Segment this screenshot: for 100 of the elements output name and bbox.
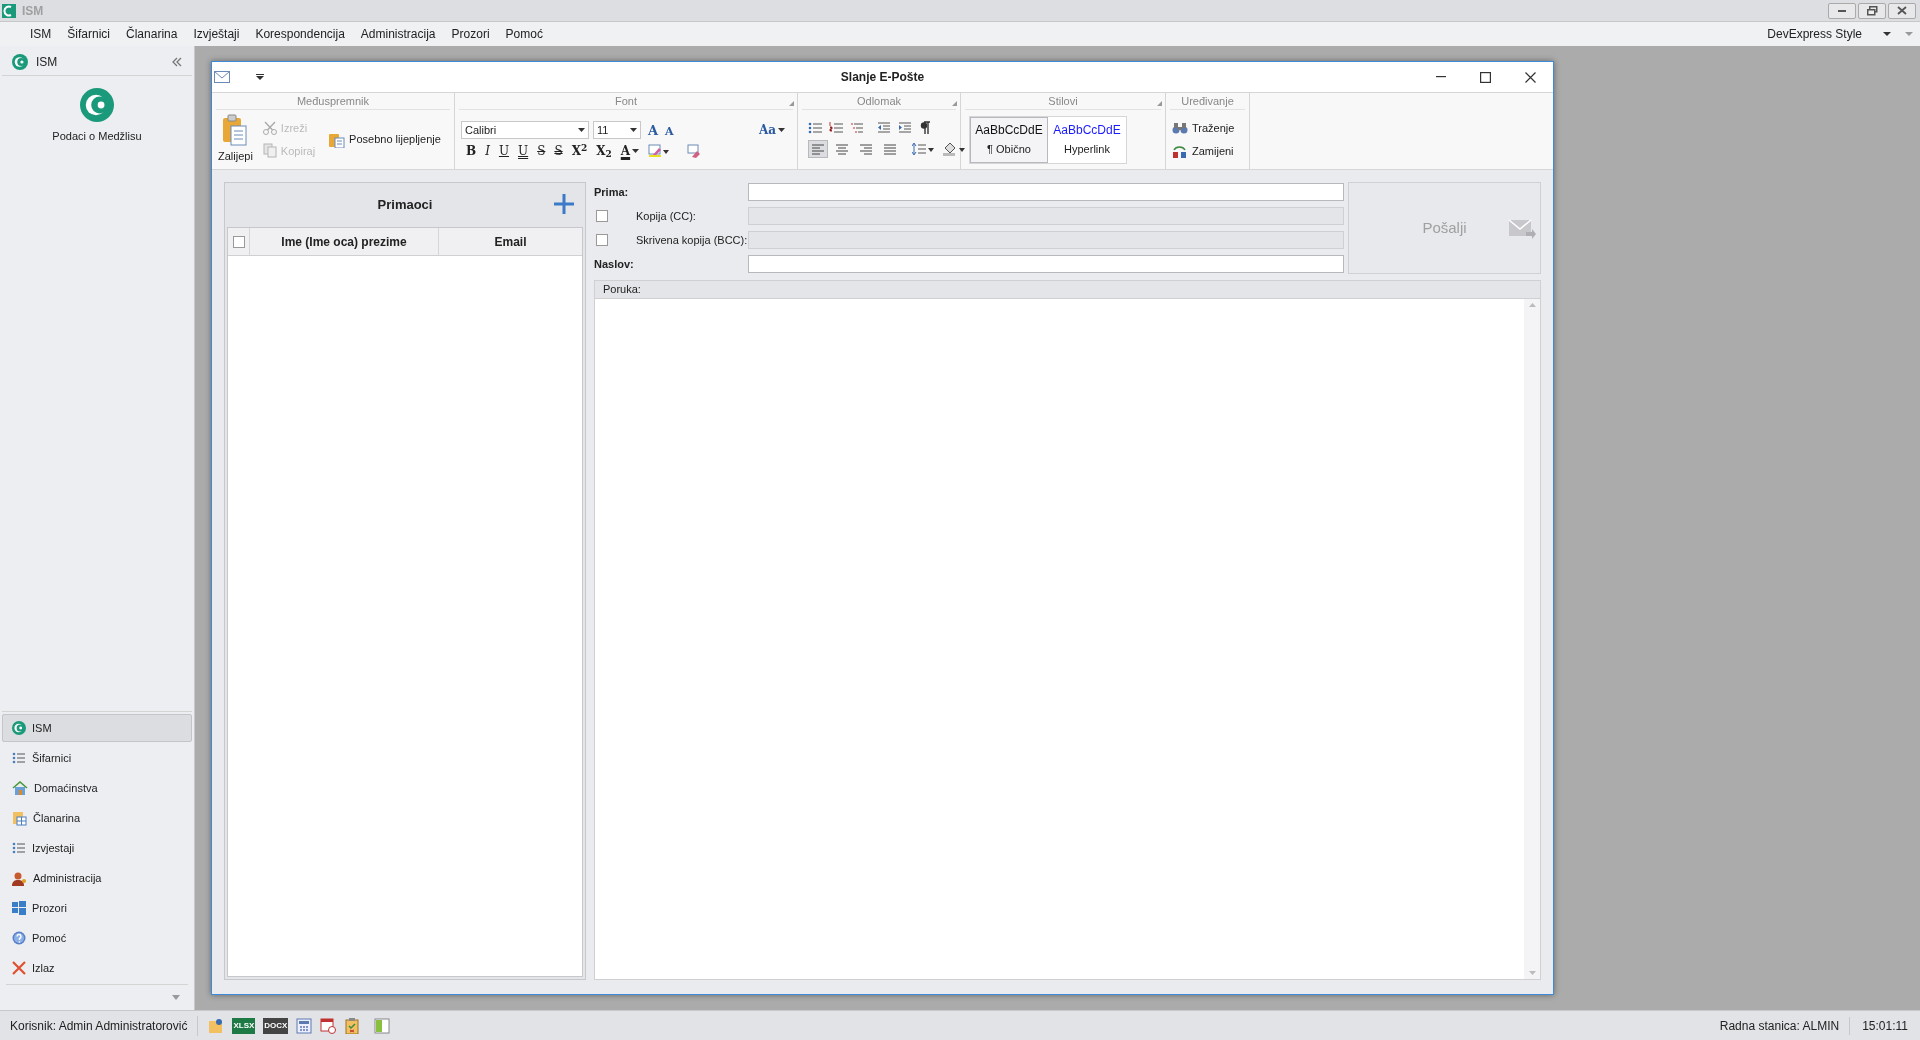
dropdown-caret-icon [630, 128, 637, 132]
dialog-launcher-icon[interactable] [789, 101, 794, 106]
app-icon [2, 3, 16, 18]
sidebar-nav-item[interactable]: Domaćinstva [2, 774, 192, 802]
sidebar-nav-item[interactable]: Pomoć [2, 924, 192, 952]
minimize-icon [1435, 76, 1446, 78]
customize-caret-icon[interactable] [256, 74, 264, 80]
overflow-caret-icon[interactable] [1904, 31, 1914, 37]
multilevel-list-icon[interactable] [850, 121, 864, 135]
menu-item[interactable]: Korespondencija [247, 22, 353, 46]
select-all-checkbox[interactable] [232, 235, 245, 248]
dropdown-caret-icon [578, 128, 585, 132]
field-label: Kopija (CC): [636, 208, 697, 224]
format-button[interactable]: B [466, 145, 477, 157]
input-field[interactable] [748, 183, 1344, 201]
font-size-dropdown[interactable]: 11 [593, 121, 641, 139]
sidebar-nav-item[interactable]: ISM [2, 714, 192, 742]
ribbon-group-label: Uređivanje [1181, 93, 1234, 109]
close-icon [1897, 6, 1907, 15]
file-export-button[interactable]: XLSX [232, 1017, 256, 1034]
increase-indent-icon[interactable] [898, 121, 912, 135]
file-export-button[interactable]: DOCX [263, 1017, 289, 1034]
menu-item[interactable]: Članarina [118, 22, 186, 46]
close-icon [12, 961, 26, 975]
dropdown-caret-icon [778, 128, 785, 132]
shrink-font-button[interactable]: A [665, 125, 674, 137]
overflow-caret-icon[interactable] [172, 995, 180, 1000]
menu-item[interactable]: Administracija [352, 22, 444, 46]
change-case-button[interactable]: Aa [758, 121, 785, 139]
format-button[interactable]: S [554, 145, 563, 157]
dialog-launcher-icon[interactable] [952, 101, 957, 106]
menu-item[interactable]: Šifarnici [59, 22, 119, 46]
add-button[interactable] [553, 193, 575, 215]
sidebar-nav-item[interactable]: Šifarnici [2, 744, 192, 772]
menu-item[interactable]: Pomoć [497, 22, 551, 46]
sidebar-nav-item[interactable]: Izlaz [2, 954, 192, 982]
sidebar-nav-item[interactable]: Prozori [2, 894, 192, 922]
align-left-icon [811, 142, 825, 156]
line-spacing-icon[interactable] [912, 142, 934, 156]
dialog-launcher-icon[interactable] [1157, 101, 1162, 106]
format-button[interactable]: S [537, 145, 546, 157]
crescent-logo-icon [12, 721, 26, 735]
format-button[interactable]: U [518, 145, 529, 157]
numbered-list-icon[interactable] [829, 121, 843, 135]
windows-icon [12, 901, 26, 915]
ribbon-group-label: Odlomak [857, 93, 901, 109]
decrease-indent-icon[interactable] [877, 121, 891, 135]
paste-special-button[interactable]: Posebno lijepljenje [329, 131, 441, 148]
shading-icon[interactable] [942, 142, 966, 156]
highlight-icon[interactable] [648, 144, 671, 158]
format-button[interactable]: X$_{2}$ [596, 145, 612, 157]
vertical-scrollbar[interactable] [1524, 299, 1540, 979]
column-header[interactable]: Ime (Ime oca) prezime [250, 228, 439, 255]
person-icon [12, 870, 27, 886]
panel-layout-icon[interactable] [374, 1017, 391, 1034]
menu-item[interactable]: ISM [22, 22, 60, 46]
format-button[interactable]: U [498, 145, 510, 157]
pilcrow-icon[interactable] [919, 121, 931, 135]
sticky-note-icon[interactable] [208, 1017, 225, 1034]
paste-button[interactable]: Zalijepi [218, 114, 253, 165]
restore-button[interactable] [1858, 2, 1886, 19]
minimize-button[interactable] [1828, 2, 1856, 19]
style-option[interactable]: AaBbCcDdE Hyperlink [1048, 116, 1126, 163]
find-button[interactable]: Traženje [1172, 120, 1235, 137]
sidebar-nav-item[interactable]: Administracija [2, 864, 192, 892]
menu-item[interactable]: Izvještaji [185, 22, 248, 46]
style-option[interactable]: AaBbCcDdE ¶ Obično [970, 116, 1048, 163]
format-button[interactable]: X$^{2}$ [571, 145, 588, 157]
field-label: Skrivena kopija (BCC): [636, 232, 748, 248]
ribbon-group-label: Stilovi [1048, 93, 1078, 109]
envelope-icon[interactable] [214, 71, 230, 83]
logo-caption[interactable]: Podaci o Medžlisu [52, 128, 142, 145]
format-button[interactable]: I [485, 145, 490, 157]
close-button[interactable] [1888, 2, 1916, 19]
replace-button[interactable]: Zamijeni [1172, 142, 1235, 159]
checklist-clipboard-icon[interactable] [344, 1017, 361, 1034]
theme-menu[interactable]: DevExpress Style [1761, 22, 1868, 46]
dropdown-caret-icon[interactable] [1882, 31, 1892, 37]
grow-font-button[interactable]: A [648, 123, 659, 137]
clock: 15:01:11 [1849, 1016, 1920, 1035]
workstation-status: Radna stanica: ALMIN [1718, 1017, 1841, 1035]
calculator-icon[interactable] [296, 1017, 313, 1034]
minimize-icon [1838, 9, 1846, 12]
menu-item[interactable]: Prozori [443, 22, 498, 46]
column-header[interactable]: Email [439, 228, 582, 255]
align-left-button[interactable] [808, 140, 828, 158]
font-name-dropdown[interactable]: Calibri [461, 121, 589, 139]
input-field[interactable] [748, 255, 1344, 273]
panel-title: Primaoci [377, 196, 433, 215]
dropdown-caret-icon [632, 149, 640, 153]
clear-formatting-icon[interactable] [687, 144, 702, 158]
sidebar-nav-item[interactable]: Članarina [2, 804, 192, 832]
collapse-button[interactable] [172, 56, 182, 67]
bullet-list-icon[interactable] [808, 121, 822, 135]
calendar-clock-icon[interactable] [320, 1017, 337, 1034]
maximize-icon [1480, 71, 1491, 83]
format-button[interactable]: A [620, 145, 631, 157]
sidebar-nav-item[interactable]: Izvjestaji [2, 834, 192, 862]
replace-icon [1172, 143, 1188, 158]
crescent-logo-icon[interactable] [80, 88, 114, 122]
